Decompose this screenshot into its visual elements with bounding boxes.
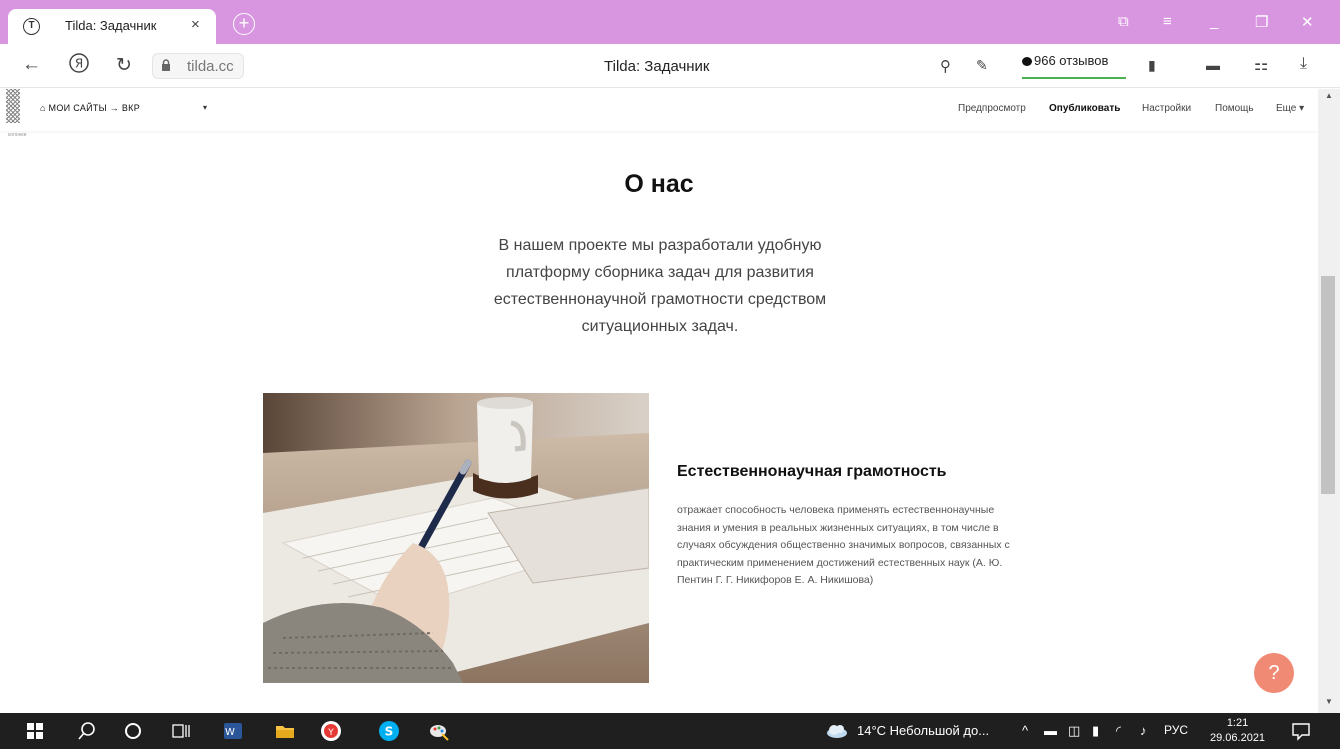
search-icon[interactable]: ⚲ xyxy=(940,57,951,75)
battery-tray-icon[interactable]: ▬ xyxy=(1044,723,1057,738)
reload-icon[interactable]: ↻ xyxy=(116,54,132,77)
windows-taskbar: W Y S 14°C Небольшой до... ^ ▬ ◫ ▮ ◜ ♪ Р… xyxy=(0,713,1340,749)
clock-time: 1:21 xyxy=(1226,717,1249,729)
lock-icon xyxy=(162,59,170,71)
scroll-thumb[interactable] xyxy=(1321,276,1335,494)
intro-text: В нашем проекте мы разработали удобную п… xyxy=(493,237,827,335)
breadcrumb[interactable]: ⌂ МОИ САЙТЫ → ВКР xyxy=(40,103,140,113)
svg-text:S: S xyxy=(385,725,394,739)
restore-icon[interactable]: ❐ xyxy=(1255,13,1268,31)
scroll-up-icon[interactable]: ▲ xyxy=(1325,91,1333,100)
microphone-icon[interactable]: ▮ xyxy=(1092,723,1099,739)
browser-tab[interactable]: T Tilda: Задачник × xyxy=(8,9,216,44)
browser-tab-strip: T Tilda: Задачник × + ⧉ ≡ _ ❐ ✕ xyxy=(0,0,1340,44)
tilda-editor-header: ⌂ МОИ САЙТЫ → ВКР ▾ Предпросмотр Опублик… xyxy=(0,89,1318,131)
clock[interactable]: 1:21 29.06.2021 xyxy=(1210,716,1265,746)
menu-icon[interactable]: ≡ xyxy=(1163,13,1172,30)
minimize-icon[interactable]: _ xyxy=(1210,13,1218,30)
chevron-down-icon[interactable]: ▾ xyxy=(203,103,207,112)
language-indicator[interactable]: РУС xyxy=(1164,723,1188,737)
literacy-heading: Естественнонаучная грамотность xyxy=(677,463,947,480)
weather-text[interactable]: 14°C Небольшой до... xyxy=(857,723,989,738)
volume-icon[interactable]: ♪ xyxy=(1140,723,1147,738)
cortana-icon[interactable] xyxy=(122,720,144,742)
svg-text:W: W xyxy=(225,727,235,738)
extensions-icon[interactable]: ⚏ xyxy=(1254,55,1268,75)
yandex-icon[interactable]: Я xyxy=(68,52,90,80)
task-view-icon[interactable] xyxy=(170,720,192,742)
url-text: tilda.cc xyxy=(187,58,234,75)
help-button[interactable]: ? xyxy=(1254,653,1294,693)
writing-photo xyxy=(263,393,649,683)
windows-start-icon[interactable] xyxy=(24,720,46,742)
word-icon[interactable]: W xyxy=(222,720,244,742)
help-link[interactable]: Помощь xyxy=(1215,103,1254,114)
clock-date: 29.06.2021 xyxy=(1210,732,1266,744)
address-bar[interactable]: tilda.cc xyxy=(152,53,244,79)
literacy-text: отражает способность человека применять … xyxy=(677,504,1010,586)
new-tab-button[interactable]: + xyxy=(233,13,255,35)
tilda-logo-icon xyxy=(6,89,20,123)
columns-label: колонки xyxy=(8,132,27,138)
tab-close-icon[interactable]: × xyxy=(191,16,200,33)
reviews-button[interactable]: 966 отзывов xyxy=(1022,53,1126,79)
preview-link[interactable]: Предпросмотр xyxy=(958,103,1026,114)
yandex-browser-icon[interactable]: Y xyxy=(320,720,342,742)
browser-nav-bar: ← Я ↻ tilda.cc Tilda: Задачник ⚲ ✎ 966 о… xyxy=(0,44,1340,88)
vertical-scrollbar[interactable]: ▲ ▼ xyxy=(1318,89,1340,713)
breadcrumb-text: МОИ САЙТЫ → ВКР xyxy=(48,103,141,113)
back-icon[interactable]: ← xyxy=(22,54,41,76)
svg-text:Я: Я xyxy=(75,57,83,71)
tab-title: Tilda: Задачник xyxy=(65,18,157,33)
camera-icon[interactable]: ◫ xyxy=(1068,723,1080,739)
skype-icon[interactable]: S xyxy=(378,720,400,742)
tabs-overview-icon[interactable]: ⧉ xyxy=(1118,13,1129,30)
file-explorer-icon[interactable] xyxy=(274,720,296,742)
download-icon[interactable]: ⤓ xyxy=(1300,55,1307,73)
scroll-down-icon[interactable]: ▼ xyxy=(1325,697,1333,706)
bookmark-icon[interactable]: ▮ xyxy=(1148,57,1156,74)
more-menu[interactable]: Еще ▾ xyxy=(1276,103,1304,114)
notifications-icon[interactable] xyxy=(1290,720,1312,742)
section-heading: О нас xyxy=(624,170,694,198)
paint-icon[interactable] xyxy=(428,720,450,742)
svg-text:Y: Y xyxy=(327,728,334,738)
tilda-favicon-icon: T xyxy=(23,18,40,35)
page-title: Tilda: Задачник xyxy=(604,58,710,75)
close-window-icon[interactable]: ✕ xyxy=(1301,13,1314,31)
wifi-icon[interactable]: ◜ xyxy=(1116,723,1121,739)
publish-link[interactable]: Опубликовать xyxy=(1049,103,1120,114)
protect-icon[interactable]: ✎ xyxy=(976,57,988,74)
search-icon[interactable] xyxy=(76,720,98,742)
reviews-label: 966 отзывов xyxy=(1034,53,1109,68)
comment-icon xyxy=(1022,57,1032,67)
battery-icon[interactable]: ▬ xyxy=(1206,57,1220,73)
chevron-up-icon[interactable]: ^ xyxy=(1022,723,1028,738)
settings-link[interactable]: Настройки xyxy=(1142,103,1191,114)
weather-cloud-icon xyxy=(827,725,847,738)
